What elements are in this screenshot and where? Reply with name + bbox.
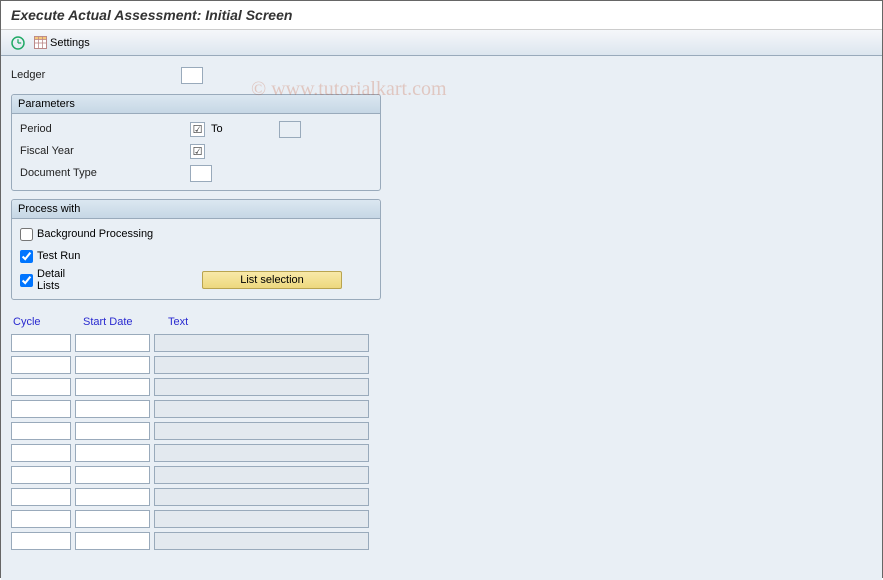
- start-date-input[interactable]: [75, 334, 150, 352]
- page-title: Execute Actual Assessment: Initial Scree…: [11, 7, 292, 23]
- start-date-input[interactable]: [75, 444, 150, 462]
- table-row: [11, 488, 872, 506]
- text-input[interactable]: [154, 488, 369, 506]
- detail-lists-checkbox[interactable]: [20, 274, 33, 287]
- grid-icon: [34, 36, 47, 49]
- text-input[interactable]: [154, 334, 369, 352]
- parameters-legend: Parameters: [12, 95, 380, 114]
- cycle-input[interactable]: [11, 356, 71, 374]
- ledger-input[interactable]: [181, 67, 203, 84]
- start-date-input[interactable]: [75, 378, 150, 396]
- background-processing-checkbox[interactable]: [20, 228, 33, 241]
- col-header-start-date: Start Date: [83, 316, 148, 328]
- start-date-input[interactable]: [75, 488, 150, 506]
- detail-lists-label: Detail Lists: [37, 268, 87, 292]
- start-date-input[interactable]: [75, 510, 150, 528]
- table-row: [11, 356, 872, 374]
- document-type-input[interactable]: [190, 165, 212, 182]
- cycle-input[interactable]: [11, 510, 71, 528]
- start-date-input[interactable]: [75, 532, 150, 550]
- table-header: Cycle Start Date Text: [11, 316, 872, 328]
- table-row: [11, 510, 872, 528]
- cycle-input[interactable]: [11, 422, 71, 440]
- parameters-group: Parameters Period ☑ To Fiscal Year ☑ Doc…: [11, 94, 381, 191]
- cycle-input[interactable]: [11, 532, 71, 550]
- process-group: Process with Background Processing Test …: [11, 199, 381, 300]
- process-legend: Process with: [12, 200, 380, 219]
- list-selection-button[interactable]: List selection: [202, 271, 342, 289]
- cycle-input[interactable]: [11, 488, 71, 506]
- text-input[interactable]: [154, 466, 369, 484]
- table-row: [11, 532, 872, 550]
- table-row: [11, 378, 872, 396]
- settings-button[interactable]: Settings: [31, 35, 93, 50]
- table-body: [11, 334, 872, 550]
- background-processing-label: Background Processing: [37, 228, 153, 240]
- period-to-input[interactable]: [279, 121, 301, 138]
- text-input[interactable]: [154, 378, 369, 396]
- period-label: Period: [20, 123, 190, 135]
- document-type-label: Document Type: [20, 167, 190, 179]
- table-row: [11, 444, 872, 462]
- cycle-input[interactable]: [11, 334, 71, 352]
- test-run-label: Test Run: [37, 250, 80, 262]
- cycle-input[interactable]: [11, 378, 71, 396]
- start-date-input[interactable]: [75, 356, 150, 374]
- text-input[interactable]: [154, 532, 369, 550]
- to-label: To: [211, 123, 223, 135]
- title-bar: Execute Actual Assessment: Initial Scree…: [1, 1, 882, 30]
- text-input[interactable]: [154, 444, 369, 462]
- table-row: [11, 334, 872, 352]
- start-date-input[interactable]: [75, 400, 150, 418]
- test-run-checkbox[interactable]: [20, 250, 33, 263]
- cycle-input[interactable]: [11, 444, 71, 462]
- start-date-input[interactable]: [75, 466, 150, 484]
- required-icon: ☑: [190, 144, 205, 159]
- cycle-input[interactable]: [11, 400, 71, 418]
- col-header-text: Text: [168, 316, 228, 328]
- content-area: © www.tutorialkart.com Ledger Parameters…: [1, 56, 882, 580]
- col-header-cycle: Cycle: [13, 316, 63, 328]
- settings-label: Settings: [50, 37, 90, 49]
- fiscal-year-label: Fiscal Year: [20, 145, 190, 157]
- table-row: [11, 400, 872, 418]
- text-input[interactable]: [154, 356, 369, 374]
- table-row: [11, 422, 872, 440]
- toolbar: Settings: [1, 30, 882, 56]
- execute-icon[interactable]: [9, 34, 27, 52]
- text-input[interactable]: [154, 400, 369, 418]
- ledger-label: Ledger: [11, 69, 181, 81]
- text-input[interactable]: [154, 510, 369, 528]
- cycle-input[interactable]: [11, 466, 71, 484]
- ledger-row: Ledger: [11, 64, 872, 86]
- start-date-input[interactable]: [75, 422, 150, 440]
- text-input[interactable]: [154, 422, 369, 440]
- table-row: [11, 466, 872, 484]
- required-icon: ☑: [190, 122, 205, 137]
